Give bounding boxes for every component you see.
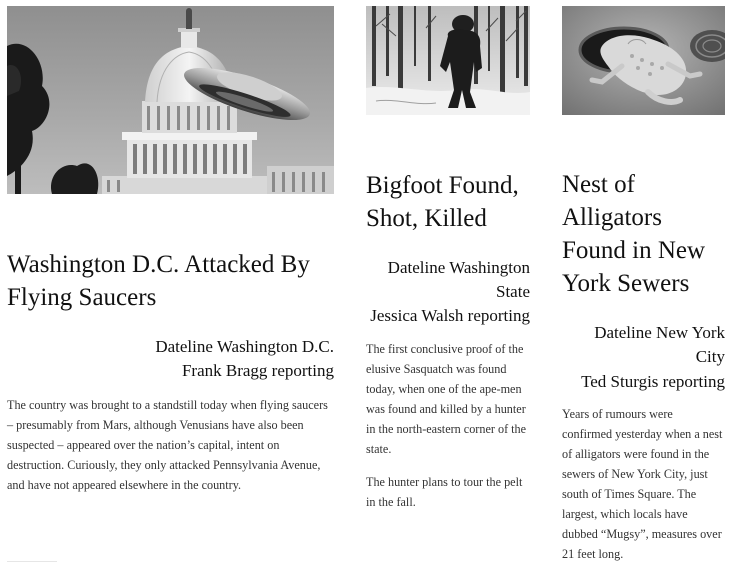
article-byline: Frank Bragg reporting [181, 361, 334, 380]
article-paragraph: Years of rumours were confirmed yesterda… [562, 407, 723, 561]
bigfoot-photo [366, 6, 530, 115]
article-dateline: Dateline New York City [594, 323, 725, 366]
alligator-sewer-photo [562, 6, 725, 115]
article-paragraph: The hunter plans to tour the pelt in the… [366, 475, 523, 509]
article-dateline: Dateline Washington D.C. [155, 337, 334, 356]
divider [7, 561, 57, 562]
article-headline[interactable]: Nest of Alligators Found in New York Sew… [562, 168, 725, 300]
article-byline: Jessica Walsh reporting [370, 306, 530, 325]
article-headline[interactable]: Washington D.C. Attacked By Flying Sauce… [7, 248, 334, 314]
capitol-ufo-photo [7, 6, 334, 194]
article-paragraph: The country was brought to a standstill … [7, 398, 328, 492]
article-paragraph: The first conclusive proof of the elusiv… [366, 342, 527, 456]
article-dateline: Dateline Washington State [387, 258, 530, 301]
article-headline[interactable]: Bigfoot Found, Shot, Killed [366, 169, 530, 235]
article-byline: Ted Sturgis reporting [581, 372, 725, 391]
